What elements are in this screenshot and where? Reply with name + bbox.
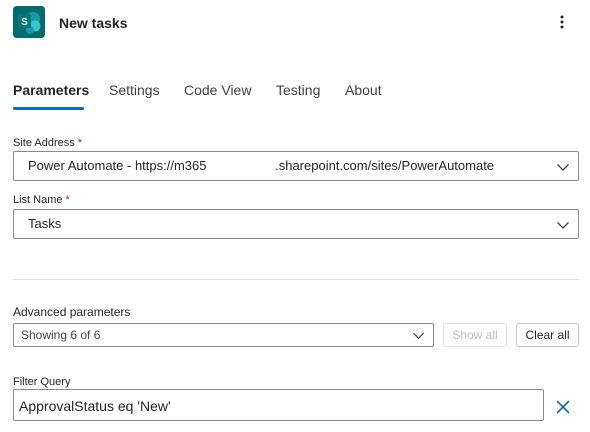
required-mark: * [65, 194, 70, 206]
site-address-dropdown[interactable]: Power Automate - https://m365 .sharepoin… [13, 151, 579, 181]
tab-bar: Parameters Settings Code View Testing Ab… [0, 76, 590, 112]
site-address-label: Site Address * [13, 136, 82, 150]
sharepoint-icon-letter: S [21, 17, 28, 28]
action-panel: S New tasks Parameters Settings Code Vie… [0, 0, 590, 432]
list-name-dropdown[interactable]: Tasks [13, 209, 579, 239]
clear-all-button[interactable]: Clear all [516, 323, 579, 347]
required-mark: * [77, 137, 83, 149]
list-name-label: List Name * [13, 193, 70, 207]
tab-code-view[interactable]: Code View [184, 80, 251, 100]
clear-filter-button[interactable] [554, 398, 572, 416]
site-address-label-text: Site Address [13, 137, 75, 149]
filter-query-input[interactable]: ApprovalStatus eq 'New' [13, 389, 544, 421]
tab-settings[interactable]: Settings [109, 80, 160, 100]
advanced-parameters-value: Showing 6 of 6 [21, 328, 101, 342]
active-tab-indicator [13, 107, 84, 110]
site-address-value: Power Automate - https://m365 .sharepoin… [28, 158, 495, 173]
close-icon [556, 400, 570, 414]
section-divider [13, 279, 579, 280]
page-title: New tasks [59, 15, 128, 31]
chevron-down-icon [412, 332, 425, 340]
advanced-parameters-label: Advanced parameters [13, 305, 131, 319]
tab-testing[interactable]: Testing [276, 80, 320, 100]
list-name-value: Tasks [28, 216, 62, 231]
show-all-button[interactable]: Show all [443, 323, 507, 347]
chevron-down-icon [557, 164, 569, 171]
more-vertical-icon [560, 15, 564, 29]
tab-parameters[interactable]: Parameters [13, 80, 89, 100]
sharepoint-icon: S [13, 6, 45, 38]
filter-query-label: Filter Query [13, 376, 71, 388]
panel-header: S New tasks [0, 0, 590, 48]
advanced-parameters-select[interactable]: Showing 6 of 6 [13, 323, 434, 347]
tab-about[interactable]: About [345, 80, 382, 100]
filter-query-value: ApprovalStatus eq 'New' [19, 398, 171, 414]
list-name-label-text: List Name [13, 194, 63, 206]
chevron-down-icon [557, 222, 569, 229]
more-options-button[interactable] [550, 10, 574, 34]
